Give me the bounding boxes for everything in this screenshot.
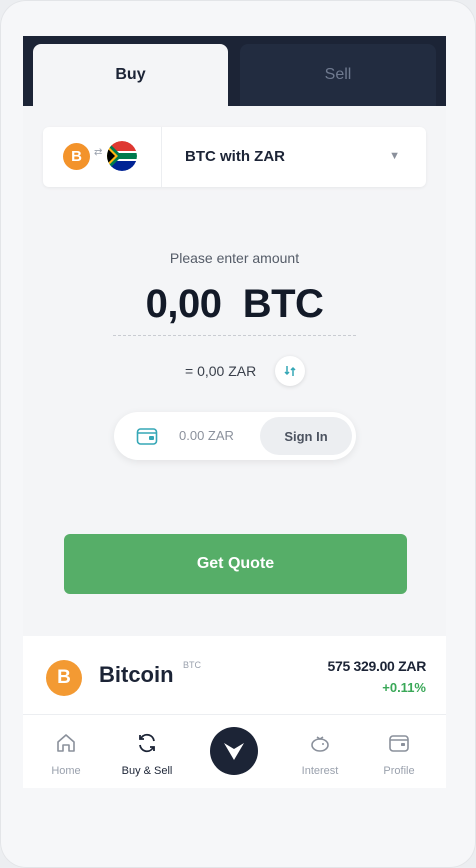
currency-pair-selector[interactable]: B ⇄ BTC with ZAR ▼ (43, 127, 426, 187)
coin-name: Bitcoin (99, 662, 174, 687)
wallet-balance-pill: 0.00 ZAR Sign In (114, 412, 356, 460)
bitcoin-ticker[interactable]: B Bitcoin BTC 575 329.00 ZAR +0.11% (23, 636, 446, 715)
pair-divider (161, 127, 162, 187)
amount-value: 0,00 (145, 282, 222, 326)
coin-symbol: BTC (183, 660, 201, 670)
bitcoin-icon: B (46, 660, 82, 696)
nav-label-buy-sell: Buy & Sell (121, 765, 173, 777)
swap-vertical-icon (284, 366, 296, 376)
south-africa-flag-icon (107, 141, 137, 171)
converted-amount: = 0,00 ZAR (185, 363, 257, 379)
wallet-icon (136, 426, 158, 451)
bitcoin-symbol: B (57, 667, 71, 688)
tab-buy[interactable]: Buy (33, 44, 228, 106)
pair-label: BTC with ZAR (185, 148, 285, 165)
swap-currency-button[interactable] (275, 356, 305, 386)
coin-price: 575 329.00 ZAR (327, 658, 426, 674)
chevron-down-icon[interactable]: ▼ (389, 150, 400, 162)
valr-logo-button[interactable] (210, 727, 258, 775)
tab-sell[interactable]: Sell (240, 44, 436, 106)
nav-item-buy-sell[interactable]: Buy & Sell (112, 715, 182, 788)
nav-item-home[interactable]: Home (31, 715, 101, 788)
price-change: +0.11% (382, 680, 426, 695)
get-quote-button[interactable]: Get Quote (64, 534, 407, 594)
bitcoin-icon: B (63, 143, 90, 170)
phone-frame: Buy Sell B ⇄ BTC with ZAR ▼ Please enter… (0, 0, 476, 868)
buy-sell-tabs: Buy Sell (23, 36, 446, 106)
piggy-bank-icon (311, 736, 329, 752)
refresh-icon (139, 733, 155, 753)
home-icon (57, 734, 75, 752)
amount-input[interactable]: 0,00 BTC (23, 282, 446, 327)
wallet-icon (389, 735, 409, 752)
amount-unit: BTC (242, 282, 324, 326)
bitcoin-symbol: B (71, 148, 82, 165)
nav-label-interest: Interest (301, 765, 339, 777)
logo-icon (224, 743, 244, 760)
nav-label-home: Home (51, 765, 81, 777)
amount-underline (113, 335, 356, 336)
amount-prompt: Please enter amount (169, 250, 300, 266)
nav-item-interest[interactable]: Interest (285, 715, 355, 788)
app-screen: Buy Sell B ⇄ BTC with ZAR ▼ Please enter… (23, 36, 446, 788)
wallet-balance: 0.00 ZAR (179, 428, 234, 443)
nav-item-profile[interactable]: Profile (364, 715, 434, 788)
sign-in-button[interactable]: Sign In (260, 417, 352, 455)
swap-arrows-icon: ⇄ (94, 147, 103, 158)
nav-label-profile: Profile (383, 765, 415, 777)
bottom-nav: Home Buy & Sell Interest Profile (23, 715, 446, 788)
